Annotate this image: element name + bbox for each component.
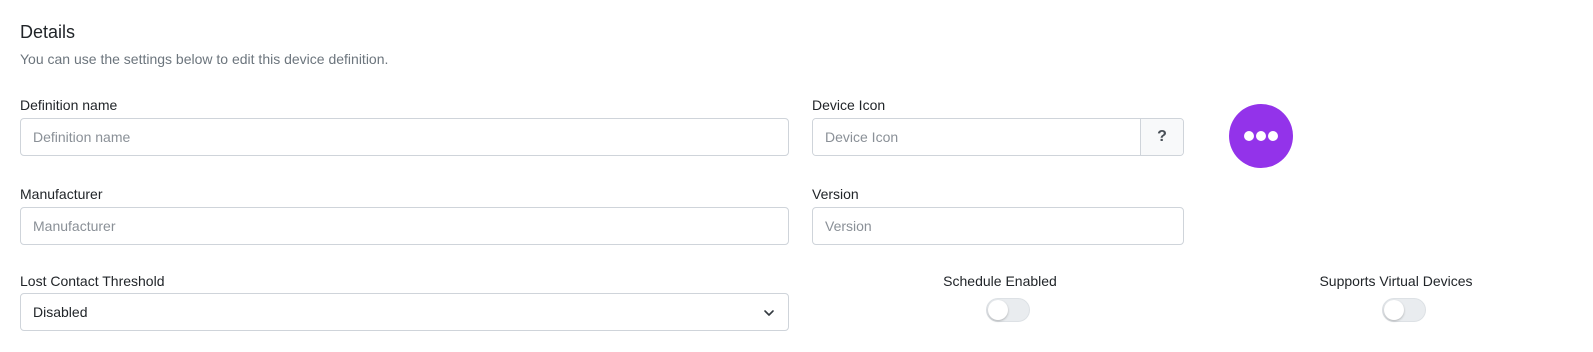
lost-contact-threshold-select[interactable]: Disabled [20,293,789,331]
toggle-knob [1384,300,1404,320]
schedule-enabled-label: Schedule Enabled [943,273,1057,289]
chevron-down-icon [764,310,774,316]
device-icon-input[interactable] [813,119,1140,155]
device-icon-help-button[interactable]: ? [1140,119,1183,155]
definition-name-input[interactable] [20,118,789,156]
more-horizontal-icon [1244,131,1278,141]
details-subtitle: You can use the settings below to edit t… [20,51,389,67]
manufacturer-label: Manufacturer [20,186,103,202]
manufacturer-input[interactable] [20,207,789,245]
schedule-enabled-toggle[interactable] [986,298,1030,322]
details-title: Details [20,22,76,42]
lost-contact-threshold-label: Lost Contact Threshold [20,273,165,289]
toggle-knob [988,300,1008,320]
supports-virtual-devices-toggle[interactable] [1382,298,1426,322]
device-icon-preview [1229,104,1293,168]
device-icon-label: Device Icon [812,97,886,113]
lost-contact-threshold-value: Disabled [33,304,88,320]
definition-name-label: Definition name [20,97,118,113]
version-label: Version [812,186,859,202]
supports-virtual-devices-label: Supports Virtual Devices [1319,273,1473,289]
device-icon-input-group: ? [812,118,1184,156]
version-input[interactable] [812,207,1184,245]
